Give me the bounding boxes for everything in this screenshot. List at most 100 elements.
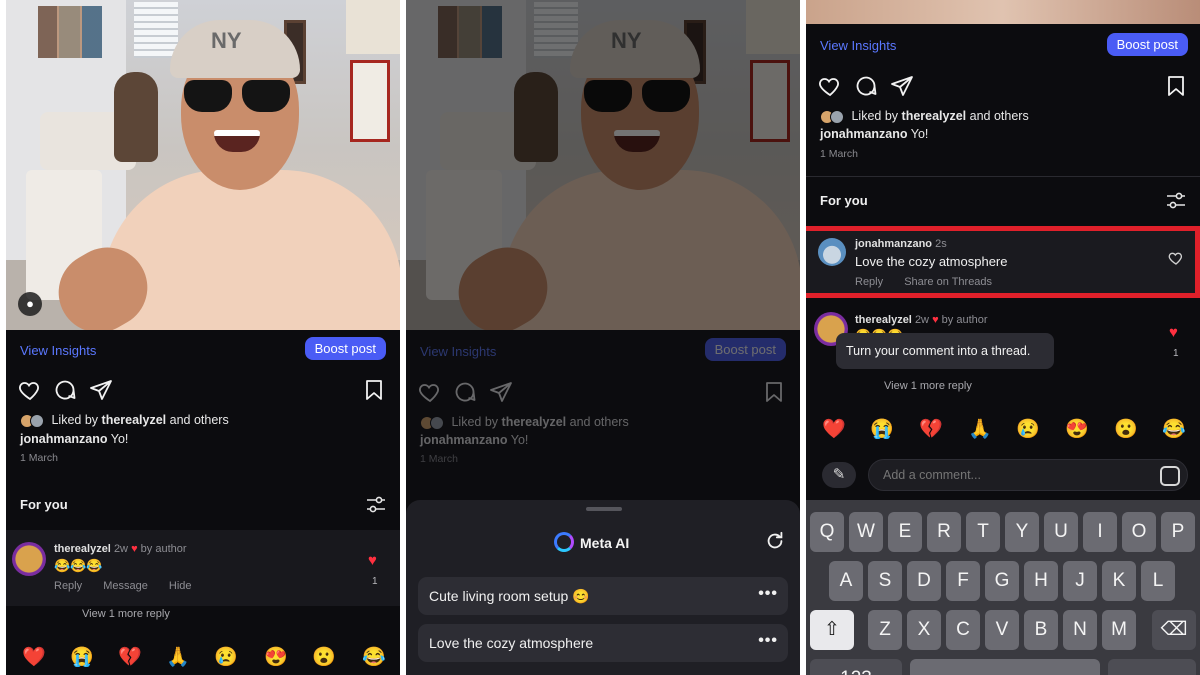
shift-key[interactable]: ⇧	[810, 610, 854, 650]
bookmark-icon[interactable]	[362, 378, 386, 402]
threads-tooltip[interactable]: Turn your comment into a thread.	[836, 333, 1054, 369]
add-comment-input[interactable]	[868, 459, 1188, 491]
reaction-broken-heart[interactable]: 💔	[919, 417, 943, 441]
key-y[interactable]: Y	[1005, 512, 1039, 552]
reaction-heart[interactable]: ❤️	[22, 645, 46, 669]
comment-bubble-icon[interactable]	[53, 378, 77, 402]
key-n[interactable]: N	[1063, 610, 1097, 650]
boost-post-button[interactable]: Boost post	[304, 337, 386, 360]
key-d[interactable]: D	[907, 561, 941, 601]
post-photo[interactable]: NY ●	[6, 0, 400, 330]
share-send-icon[interactable]	[89, 378, 113, 402]
on-screen-keyboard: QWERTYUIOP ASDFGHJKL ZXCVBNM ⇧ ⌫ 123	[806, 500, 1200, 675]
reaction-surprised[interactable]: 😮	[312, 645, 336, 669]
key-h[interactable]: H	[1024, 561, 1058, 601]
view-insights-link[interactable]: View Insights	[820, 38, 896, 53]
reaction-broken-heart[interactable]: 💔	[118, 645, 142, 669]
key-k[interactable]: K	[1102, 561, 1136, 601]
like-heart-icon[interactable]	[818, 74, 842, 98]
reaction-heart-eyes[interactable]: 😍	[264, 645, 288, 669]
liked-by-user[interactable]: therealyzel	[102, 413, 167, 427]
refresh-icon[interactable]	[764, 530, 786, 552]
filter-sliders-icon[interactable]	[366, 495, 386, 515]
comment-bubble-icon[interactable]	[854, 74, 878, 98]
key-t[interactable]: T	[966, 512, 1000, 552]
key-a[interactable]: A	[829, 561, 863, 601]
key-g[interactable]: G	[985, 561, 1019, 601]
post-photo-dimmed: NY	[406, 0, 800, 330]
caption-text: Yo!	[910, 127, 929, 141]
comment-username[interactable]: therealyzel	[855, 314, 912, 326]
post-panel-3: View Insights Boost post Liked by therea…	[806, 0, 1200, 675]
pencil-icon[interactable]: ✎	[822, 462, 856, 488]
numbers-key[interactable]: 123	[810, 659, 902, 675]
meta-ai-suggestion[interactable]: Love the cozy atmosphere •••	[418, 624, 788, 662]
reaction-laughing[interactable]: 😂	[1162, 417, 1186, 441]
key-p[interactable]: P	[1161, 512, 1195, 552]
share-send-icon[interactable]	[890, 74, 914, 98]
key-e[interactable]: E	[888, 512, 922, 552]
reaction-heart-eyes[interactable]: 😍	[1065, 417, 1089, 441]
reaction-sad[interactable]: 😢	[1016, 417, 1040, 441]
reaction-heart[interactable]: ❤️	[822, 417, 846, 441]
key-v[interactable]: V	[985, 610, 1019, 650]
key-r[interactable]: R	[927, 512, 961, 552]
comment-username[interactable]: therealyzel	[54, 543, 111, 555]
key-s[interactable]: S	[868, 561, 902, 601]
key-o[interactable]: O	[1122, 512, 1156, 552]
hide-button[interactable]: Hide	[169, 580, 192, 592]
liked-by-prefix: Liked by	[51, 413, 99, 427]
backspace-key[interactable]: ⌫	[1152, 610, 1196, 650]
key-x[interactable]: X	[907, 610, 941, 650]
comment-liked-heart-icon[interactable]: ♥	[368, 552, 377, 569]
reaction-laughing[interactable]: 😂	[362, 645, 386, 669]
reaction-pray[interactable]: 🙏	[166, 645, 190, 669]
tagged-user-icon[interactable]: ●	[18, 292, 42, 316]
bookmark-icon[interactable]	[1164, 74, 1188, 98]
liker-avatars[interactable]	[820, 109, 846, 124]
key-f[interactable]: F	[946, 561, 980, 601]
comment-item[interactable]: therealyzel 2w ♥ by author 😂😂😂 Reply Mes…	[6, 530, 400, 606]
like-heart-icon[interactable]	[18, 378, 42, 402]
view-more-replies-link[interactable]: View 1 more reply	[82, 608, 170, 620]
key-i[interactable]: I	[1083, 512, 1117, 552]
liked-by-suffix: and others	[569, 415, 629, 429]
boost-post-button[interactable]: Boost post	[1106, 33, 1188, 56]
key-b[interactable]: B	[1024, 610, 1058, 650]
more-options-icon[interactable]: •••	[758, 632, 778, 650]
key-j[interactable]: J	[1063, 561, 1097, 601]
commenter-avatar[interactable]	[12, 542, 46, 576]
space-key[interactable]	[910, 659, 1100, 675]
key-m[interactable]: M	[1102, 610, 1136, 650]
reaction-surprised[interactable]: 😮	[1114, 417, 1138, 441]
reaction-pray[interactable]: 🙏	[968, 417, 992, 441]
reaction-crying[interactable]: 😭	[70, 645, 94, 669]
view-insights-link[interactable]: View Insights	[20, 343, 96, 358]
photo-poster-red	[750, 60, 790, 142]
key-u[interactable]: U	[1044, 512, 1078, 552]
sticker-icon[interactable]	[1160, 466, 1180, 486]
key-q[interactable]: Q	[810, 512, 844, 552]
caption-username[interactable]: jonahmanzano	[820, 127, 908, 141]
more-options-icon[interactable]: •••	[758, 585, 778, 603]
key-c[interactable]: C	[946, 610, 980, 650]
liked-by-user[interactable]: therealyzel	[902, 109, 967, 123]
reaction-sad[interactable]: 😢	[214, 645, 238, 669]
key-z[interactable]: Z	[868, 610, 902, 650]
sheet-grabber-handle[interactable]	[586, 507, 622, 511]
reaction-crying[interactable]: 😭	[870, 417, 894, 441]
post-caption: jonahmanzano Yo!	[820, 127, 928, 141]
key-w[interactable]: W	[849, 512, 883, 552]
key-l[interactable]: L	[1141, 561, 1175, 601]
caption-username[interactable]: jonahmanzano	[20, 432, 108, 446]
emoji-key[interactable]	[1108, 659, 1196, 675]
liked-by-suffix[interactable]: and others	[170, 413, 229, 427]
liked-by-suffix[interactable]: and others	[970, 109, 1029, 123]
meta-ai-suggestion[interactable]: Cute living room setup 😊 •••	[418, 577, 788, 615]
view-more-replies-link[interactable]: View 1 more reply	[884, 380, 972, 392]
reply-button[interactable]: Reply	[54, 580, 82, 592]
liker-avatars[interactable]	[20, 413, 46, 428]
comment-liked-heart-icon[interactable]: ♥	[1169, 324, 1178, 341]
filter-sliders-icon[interactable]	[1166, 191, 1186, 211]
message-button[interactable]: Message	[103, 580, 148, 592]
